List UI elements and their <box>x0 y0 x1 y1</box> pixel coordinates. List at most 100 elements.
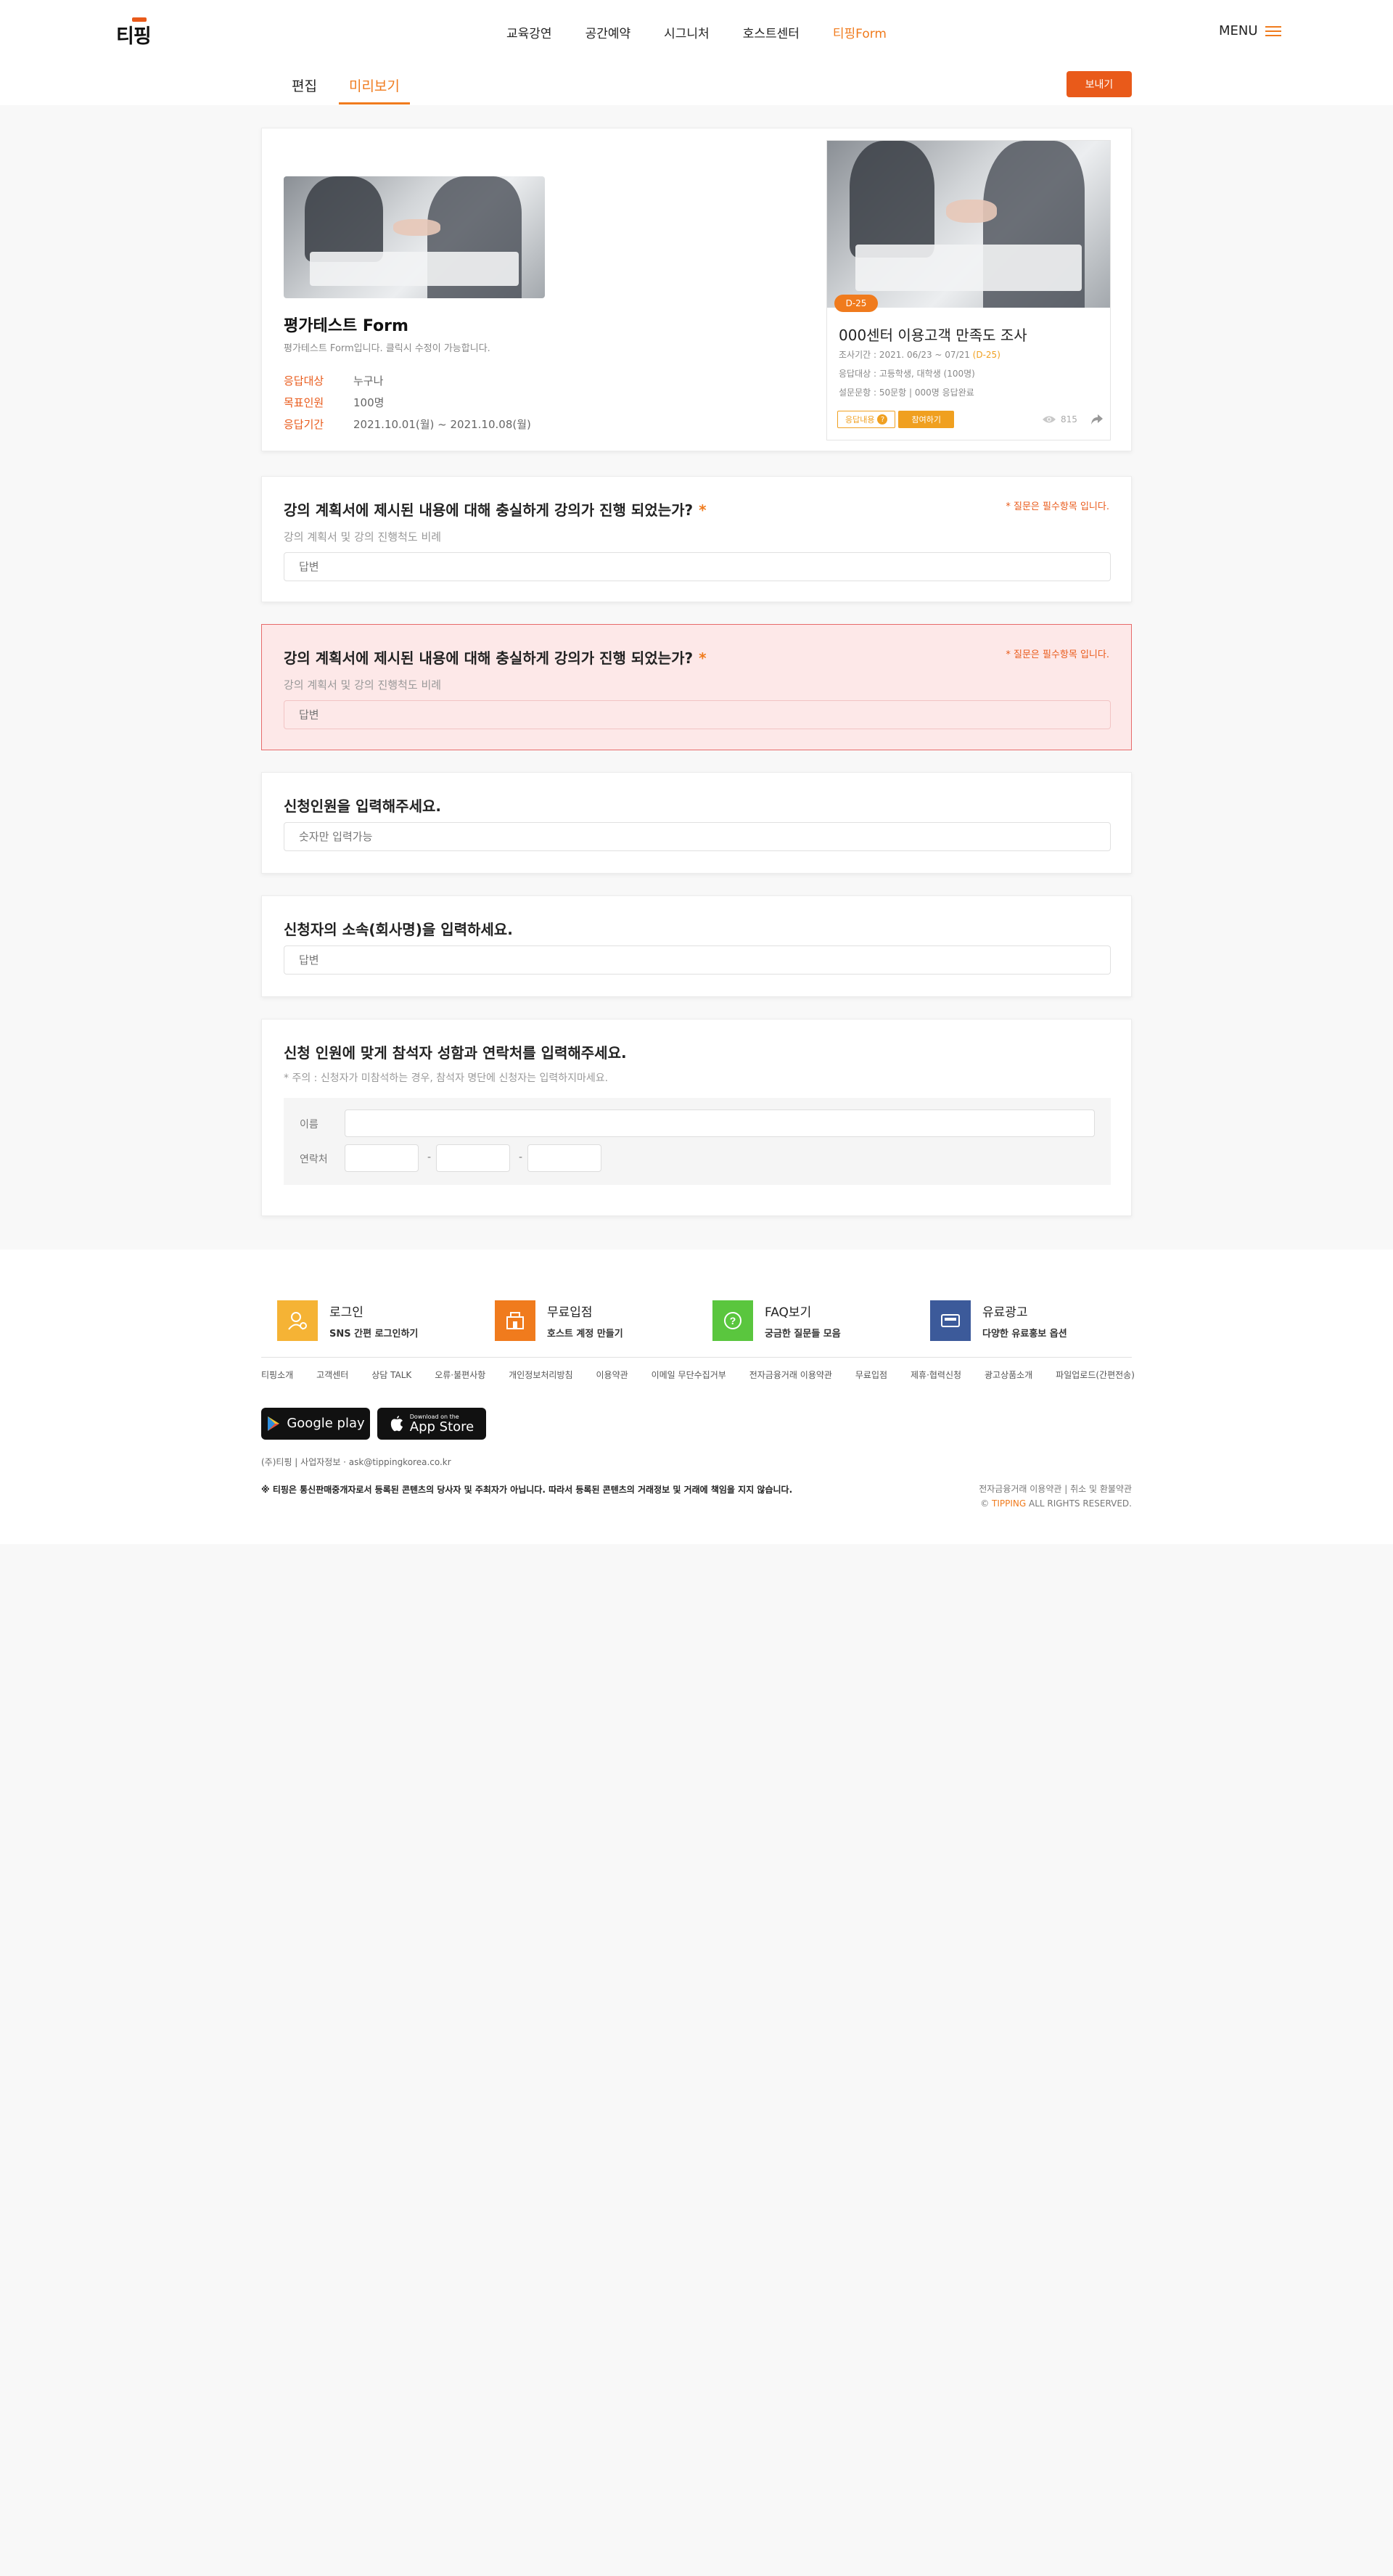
apple-icon <box>390 1416 403 1432</box>
meta-label: 목표인원 <box>284 395 324 409</box>
required-note: * 질문은 필수항목 입니다. <box>1006 501 1109 512</box>
answer-input[interactable] <box>284 552 1111 581</box>
form-description[interactable]: 평가테스트 Form입니다. 클릭시 수정이 가능합니다. <box>284 340 490 354</box>
google-play-button[interactable]: Google play <box>261 1408 370 1440</box>
footer-link[interactable]: 파일업로드(간편전송) <box>1056 1369 1135 1381</box>
phone-input-2[interactable] <box>436 1144 510 1172</box>
app-store-button[interactable]: Download on the App Store <box>377 1408 486 1440</box>
share-icon[interactable] <box>1090 414 1104 425</box>
footer-link[interactable]: 전자금융거래 이용약관 <box>749 1369 832 1381</box>
menu-button[interactable]: MENU <box>1219 23 1281 38</box>
preview-target: 응답대상 : 고등학생, 대학생 (100명) <box>839 369 975 379</box>
hamburger-icon <box>1265 25 1281 36</box>
question-card: 신청인원을 입력해주세요. <box>261 772 1132 874</box>
required-star: * <box>699 649 707 667</box>
nav-item-tipping-form[interactable]: 티핑Form <box>833 23 887 41</box>
join-button[interactable]: 참여하기 <box>898 411 954 428</box>
required-star: * <box>699 501 707 519</box>
question-icon: ? <box>712 1300 753 1341</box>
view-count: 815 <box>1061 414 1077 424</box>
contact-box: 이름 연락처 - - <box>284 1098 1111 1185</box>
meta-label: 응답대상 <box>284 374 324 387</box>
meta-value: 100명 <box>353 395 385 409</box>
footer-link[interactable]: 이메일 무단수집거부 <box>652 1369 726 1381</box>
preview-buttons: 응답내용? 참여하기 <box>837 411 954 428</box>
header: 티핑 교육강연 공간예약 시그니처 호스트센터 티핑Form MENU 편집 미… <box>0 0 1393 105</box>
question-card-error: 강의 계획서에 제시된 내용에 대해 충실하게 강의가 진행 되었는가? * * … <box>261 624 1132 750</box>
answer-input[interactable] <box>284 700 1111 729</box>
footer-link[interactable]: 광고상품소개 <box>985 1369 1032 1381</box>
number-input[interactable] <box>284 822 1111 851</box>
help-icon: ? <box>877 414 888 424</box>
footer-link[interactable]: 제휴·협력신청 <box>911 1369 961 1381</box>
preview-period: 조사기간 : 2021. 06/23 ~ 07/21 (D-25) <box>839 350 1000 360</box>
footer-divider <box>261 1357 1132 1358</box>
quick-faq[interactable]: ? FAQ보기 궁금한 질문들 모음 <box>712 1300 930 1341</box>
cover-image[interactable] <box>284 176 545 298</box>
name-input[interactable] <box>345 1109 1095 1137</box>
survey-preview-card: D-25 000센터 이용고객 만족도 조사 조사기간 : 2021. 06/2… <box>826 140 1111 440</box>
footer-link[interactable]: 개인정보처리방침 <box>509 1369 572 1381</box>
phone-input-1[interactable] <box>345 1144 419 1172</box>
footer-link[interactable]: 무료입점 <box>855 1369 887 1381</box>
footer-link[interactable]: 이용약관 <box>596 1369 628 1381</box>
meta-value: 2021.10.01(월) ~ 2021.10.08(월) <box>353 417 531 431</box>
user-icon <box>277 1300 318 1341</box>
main-nav: 교육강연 공간예약 시그니처 호스트센터 티핑Form <box>506 23 920 41</box>
footer-right-links[interactable]: 전자금융거래 이용약관 | 취소 및 환불약관 <box>979 1482 1132 1496</box>
form-title[interactable]: 평가테스트 Form <box>284 313 408 336</box>
question-card: 신청 인원에 맞게 참석자 성함과 연락처를 입력해주세요. * 주의 : 신청… <box>261 1019 1132 1216</box>
logo[interactable]: 티핑 <box>116 17 157 48</box>
svg-text:?: ? <box>730 1315 736 1326</box>
question-subtitle: 강의 계획서 및 강의 진행척도 비례 <box>284 530 442 543</box>
question-title[interactable]: 신청자의 소속(회사명)을 입력하세요. <box>284 918 513 939</box>
quick-ad[interactable]: 유료광고 다양한 유료홍보 옵션 <box>930 1300 1148 1341</box>
dday-badge: D-25 <box>834 295 878 312</box>
quick-free-entry[interactable]: 무료입점 호스트 계정 만들기 <box>495 1300 712 1341</box>
preview-count: 설문문항 : 50문항 | 000명 응답완료 <box>839 387 974 398</box>
form-info-card: 평가테스트 Form 평가테스트 Form입니다. 클릭시 수정이 가능합니다.… <box>261 128 1132 451</box>
send-button[interactable]: 보내기 <box>1067 71 1132 97</box>
response-content-button[interactable]: 응답내용? <box>837 411 896 428</box>
company-info: (주)티핑 | 사업자정보 · ask@tippingkorea.co.kr <box>261 1457 451 1467</box>
question-subtitle: 강의 계획서 및 강의 진행척도 비례 <box>284 678 442 692</box>
nav-item-host-center[interactable]: 호스트센터 <box>743 23 800 41</box>
nav-item-space[interactable]: 공간예약 <box>585 23 631 41</box>
question-note: * 주의 : 신청자가 미참석하는 경우, 참석자 명단에 신청자는 입력하지마… <box>284 1072 609 1084</box>
phone-input-3[interactable] <box>527 1144 601 1172</box>
footer: 로그인 SNS 간편 로그인하기 무료입점 호스트 계정 만들기 ? FAQ보기 궁금… <box>0 1250 1393 1544</box>
footer-link[interactable]: 티핑소개 <box>261 1369 293 1381</box>
footer-link[interactable]: 상담 TALK <box>371 1369 411 1381</box>
company-input[interactable] <box>284 946 1111 975</box>
store-buttons: Google play Download on the App Store <box>261 1408 486 1440</box>
phone-dash: - <box>519 1152 523 1163</box>
quick-login[interactable]: 로그인 SNS 간편 로그인하기 <box>277 1300 495 1341</box>
footer-link[interactable]: 오류·불편사항 <box>435 1369 485 1381</box>
form-meta: 응답대상 누구나 목표인원 100명 응답기간 2021.10.01(월) ~ … <box>284 369 531 435</box>
footer-link[interactable]: 고객센터 <box>316 1369 348 1381</box>
logo-text: 티핑 <box>116 25 152 48</box>
meta-value: 누구나 <box>353 374 384 387</box>
nav-item-education[interactable]: 교육강연 <box>506 23 552 41</box>
footer-notice: ※ 티핑은 통신판매중개자로서 등록된 콘텐츠의 당사자 및 주최자가 아닙니다… <box>261 1485 793 1495</box>
question-card: 강의 계획서에 제시된 내용에 대해 충실하게 강의가 진행 되었는가? * * … <box>261 476 1132 602</box>
question-title[interactable]: 신청 인원에 맞게 참석자 성함과 연락처를 입력해주세요. <box>284 1041 627 1062</box>
preview-title: 000센터 이용고객 만족도 조사 <box>839 327 1027 344</box>
meta-row-period: 응답기간 2021.10.01(월) ~ 2021.10.08(월) <box>284 413 531 435</box>
phone-label: 연락처 <box>300 1154 328 1165</box>
question-title[interactable]: 신청인원을 입력해주세요. <box>284 795 441 816</box>
google-play-icon <box>268 1416 280 1431</box>
preview-image <box>827 141 1110 308</box>
quick-links: 로그인 SNS 간편 로그인하기 무료입점 호스트 계정 만들기 ? FAQ보기 궁금… <box>277 1300 1148 1341</box>
question-title[interactable]: 강의 계획서에 제시된 내용에 대해 충실하게 강의가 진행 되었는가? * <box>284 499 707 520</box>
phone-dash: - <box>427 1152 432 1163</box>
meta-label: 응답기간 <box>284 417 324 431</box>
footer-links: 티핑소개 고객센터 상담 TALK 오류·불편사항 개인정보처리방침 이용약관 … <box>261 1369 1135 1381</box>
nav-item-signature[interactable]: 시그니처 <box>664 23 710 41</box>
meta-row-goal: 목표인원 100명 <box>284 391 531 413</box>
tab-preview[interactable]: 미리보기 <box>338 75 410 104</box>
question-card: 신청자의 소속(회사명)을 입력하세요. <box>261 895 1132 997</box>
name-label: 이름 <box>300 1119 319 1131</box>
question-title[interactable]: 강의 계획서에 제시된 내용에 대해 충실하게 강의가 진행 되었는가? * <box>284 647 707 668</box>
tab-edit[interactable]: 편집 <box>282 75 327 104</box>
